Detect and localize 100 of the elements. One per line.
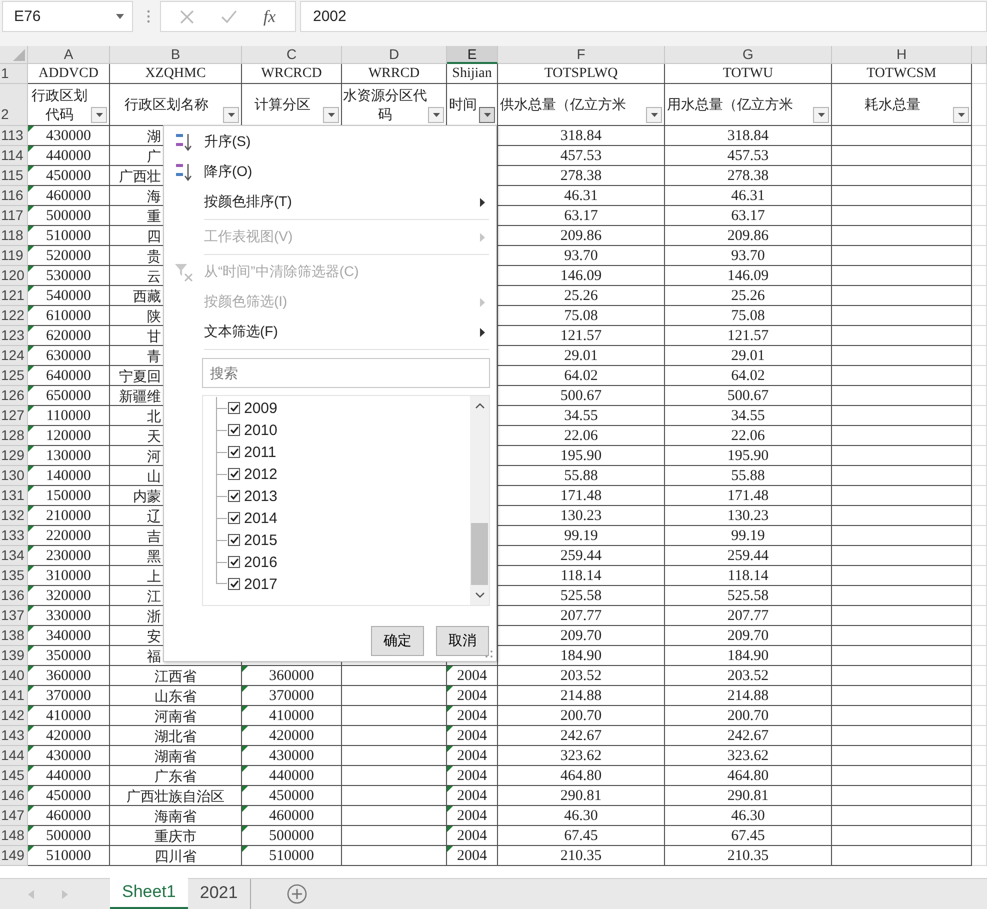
add-sheet-icon[interactable] — [286, 884, 307, 904]
table-cell: 46.31 — [498, 186, 665, 206]
checkbox[interactable] — [228, 402, 240, 414]
row-number[interactable]: 131 — [0, 486, 28, 506]
filter-button[interactable] — [91, 107, 107, 123]
scrollbar-thumb[interactable] — [471, 523, 488, 585]
row-number[interactable]: 123 — [0, 326, 28, 346]
dropdown-arrow-icon — [432, 113, 440, 117]
row-number[interactable]: 119 — [0, 246, 28, 266]
filter-button[interactable] — [953, 107, 969, 123]
row-number[interactable]: 117 — [0, 206, 28, 226]
scrollbar[interactable] — [470, 396, 489, 605]
column-header[interactable]: H — [832, 46, 972, 64]
row-number[interactable]: 120 — [0, 266, 28, 286]
checkbox[interactable] — [228, 468, 240, 480]
resize-grip-icon[interactable] — [485, 650, 493, 658]
checkbox[interactable] — [228, 578, 240, 590]
row-number[interactable]: 140 — [0, 666, 28, 686]
row-number[interactable]: 113 — [0, 126, 28, 146]
row-number[interactable]: 118 — [0, 226, 28, 246]
check-icon[interactable] — [220, 10, 237, 23]
row-number[interactable]: 139 — [0, 646, 28, 666]
row-number[interactable]: 135 — [0, 566, 28, 586]
filter-value-label[interactable]: 2016 — [244, 554, 278, 570]
row-number[interactable]: 134 — [0, 546, 28, 566]
filter-button[interactable] — [479, 107, 495, 123]
row-number[interactable]: 138 — [0, 626, 28, 646]
filter-button[interactable] — [813, 107, 829, 123]
checkbox[interactable] — [228, 446, 240, 458]
formula-field[interactable]: 2002 — [300, 1, 987, 32]
table-cell — [972, 786, 987, 806]
ok-button[interactable]: 确定 — [371, 626, 424, 656]
header-cell: TOTSPLWQ — [498, 64, 665, 84]
row-number[interactable]: 149 — [0, 846, 28, 866]
name-box[interactable]: E76 — [2, 1, 133, 32]
row-number[interactable]: 122 — [0, 306, 28, 326]
row-number[interactable]: 125 — [0, 366, 28, 386]
row-number[interactable]: 144 — [0, 746, 28, 766]
row-number[interactable]: 146 — [0, 786, 28, 806]
filter-button[interactable] — [323, 107, 339, 123]
row-number[interactable]: 121 — [0, 286, 28, 306]
row-number[interactable]: 115 — [0, 166, 28, 186]
row-number[interactable]: 147 — [0, 806, 28, 826]
filter-value-label[interactable]: 2012 — [244, 466, 278, 482]
table-cell: 464.80 — [665, 766, 832, 786]
checkbox[interactable] — [228, 534, 240, 546]
table-cell: 120000 — [28, 426, 110, 446]
filter-value-label[interactable]: 2010 — [244, 422, 278, 438]
row-number[interactable]: 124 — [0, 346, 28, 366]
column-header[interactable]: D — [342, 46, 447, 64]
column-header[interactable]: E — [447, 46, 498, 64]
row-number[interactable]: 129 — [0, 446, 28, 466]
sheet-tab[interactable]: 2021 — [188, 879, 250, 909]
table-cell: 230000 — [28, 546, 110, 566]
row-number[interactable]: 137 — [0, 606, 28, 626]
row-number[interactable]: 126 — [0, 386, 28, 406]
column-header[interactable]: A — [28, 46, 110, 64]
row-number[interactable]: 2 — [0, 84, 28, 126]
filter-button[interactable] — [646, 107, 662, 123]
filter-button[interactable] — [223, 107, 239, 123]
row-number[interactable]: 114 — [0, 146, 28, 166]
scroll-down-icon[interactable] — [474, 592, 484, 598]
table-cell: 171.48 — [498, 486, 665, 506]
search-field[interactable]: 搜索 — [202, 358, 490, 388]
table-cell: 99.19 — [665, 526, 832, 546]
row-number[interactable]: 1 — [0, 64, 28, 84]
row-number[interactable]: 143 — [0, 726, 28, 746]
submenu-arrow-icon — [480, 232, 485, 242]
row-number[interactable]: 141 — [0, 686, 28, 706]
row-number[interactable]: 136 — [0, 586, 28, 606]
column-header[interactable]: G — [665, 46, 832, 64]
sheet-tab[interactable]: Sheet1 — [110, 878, 188, 909]
checkbox[interactable] — [228, 424, 240, 436]
column-header[interactable]: B — [110, 46, 242, 64]
filter-value-label[interactable]: 2017 — [244, 576, 278, 592]
row-number[interactable]: 116 — [0, 186, 28, 206]
column-header[interactable]: C — [242, 46, 342, 64]
filter-value-label[interactable]: 2015 — [244, 532, 278, 548]
grip-icon — [147, 10, 150, 23]
filter-value-label[interactable]: 2013 — [244, 488, 278, 504]
table-cell — [972, 84, 987, 126]
row-number[interactable]: 127 — [0, 406, 28, 426]
scroll-up-icon[interactable] — [474, 403, 484, 409]
checkbox[interactable] — [228, 556, 240, 568]
cancel-button[interactable]: 取消 — [436, 626, 489, 656]
checkbox[interactable] — [228, 490, 240, 502]
row-number[interactable]: 132 — [0, 506, 28, 526]
column-header[interactable]: F — [498, 46, 665, 64]
row-number[interactable]: 130 — [0, 466, 28, 486]
row-number[interactable]: 133 — [0, 526, 28, 546]
row-number[interactable]: 142 — [0, 706, 28, 726]
row-number[interactable]: 128 — [0, 426, 28, 446]
checkbox[interactable] — [228, 512, 240, 524]
filter-value-label[interactable]: 2011 — [244, 444, 276, 460]
filter-button[interactable] — [428, 107, 444, 123]
row-number[interactable]: 148 — [0, 826, 28, 846]
insert-function-button[interactable]: fx — [263, 6, 276, 26]
filter-value-label[interactable]: 2009 — [244, 400, 278, 416]
filter-value-label[interactable]: 2014 — [244, 510, 278, 526]
row-number[interactable]: 145 — [0, 766, 28, 786]
